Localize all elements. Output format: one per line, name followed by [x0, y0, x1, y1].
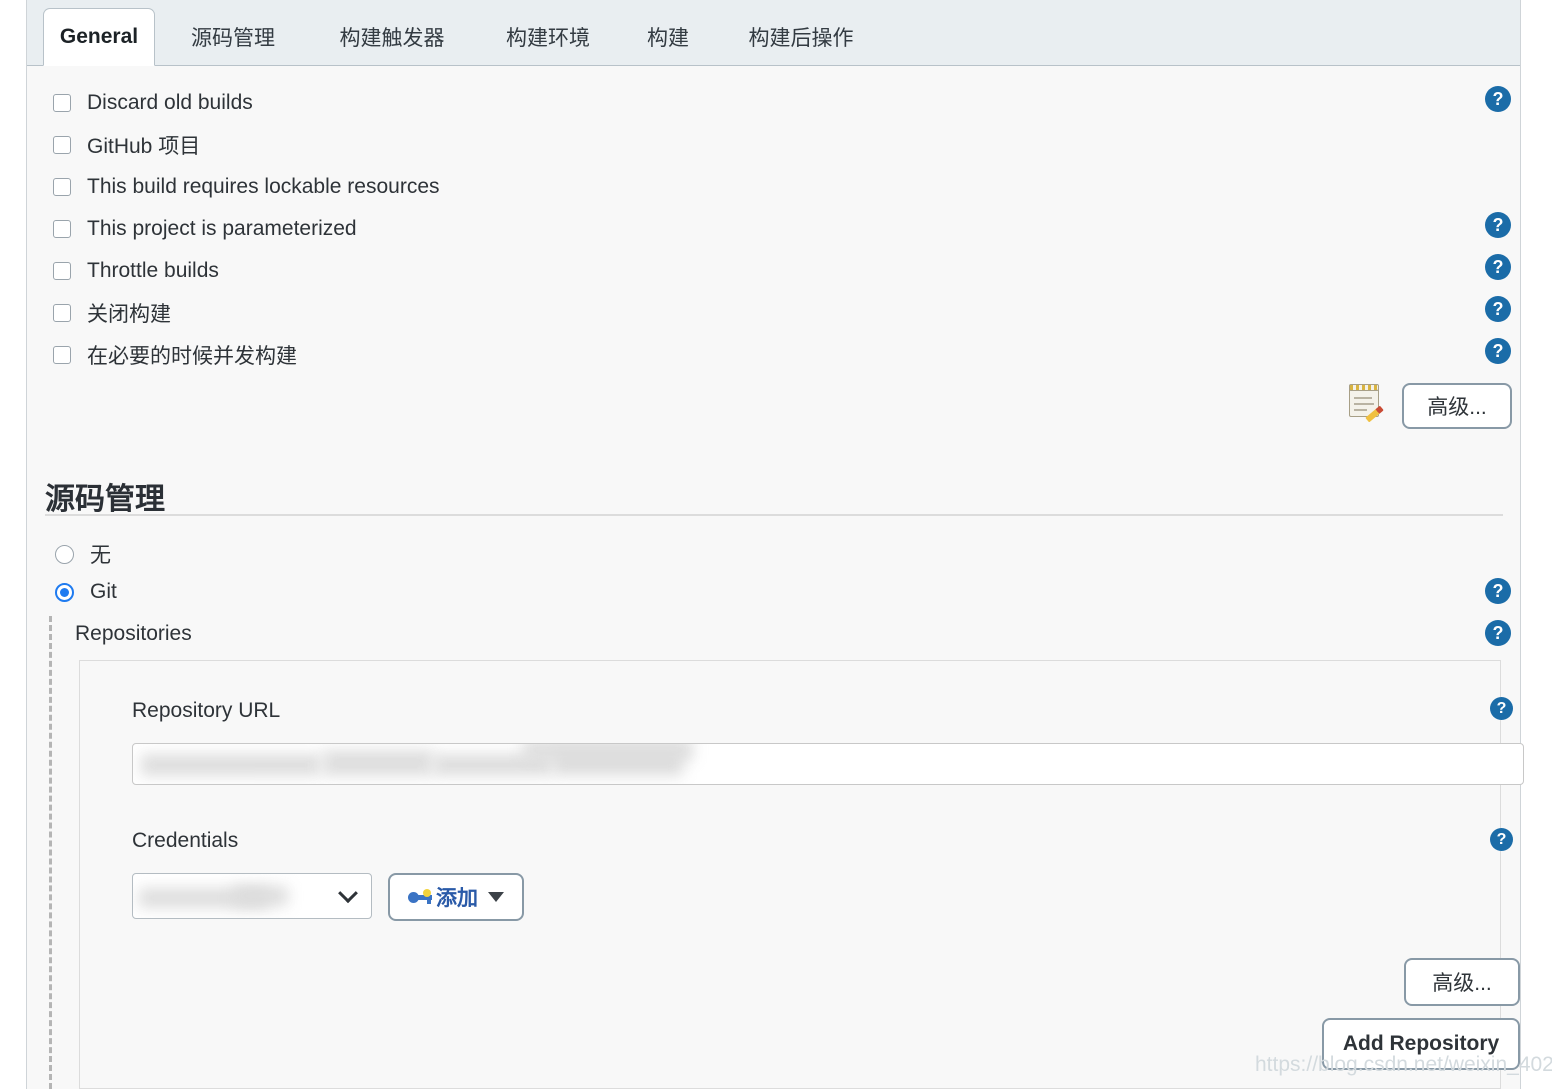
- redaction-bar: [523, 744, 693, 760]
- tab-build-label: 构建: [647, 27, 689, 50]
- help-icon-concurrent-build[interactable]: ?: [1485, 338, 1511, 364]
- config-panel: General 源码管理 构建触发器 构建环境 构建 构建后操作 Discard…: [26, 0, 1552, 1089]
- label-discard-old-builds: Discard old builds: [87, 91, 253, 114]
- add-credentials-button[interactable]: 添加: [388, 873, 524, 921]
- repository-advanced-label: 高级...: [1432, 972, 1492, 995]
- checkbox-github-project[interactable]: [53, 136, 71, 154]
- general-advanced-label: 高级...: [1427, 396, 1487, 419]
- option-row-throttle-builds: Throttle builds ?: [27, 250, 1520, 292]
- checkbox-throttle-builds[interactable]: [53, 262, 71, 280]
- tab-general[interactable]: General: [43, 8, 155, 66]
- label-parameterized: This project is parameterized: [87, 217, 357, 240]
- option-row-parameterized: This project is parameterized ?: [27, 208, 1520, 250]
- scm-section-heading: 源码管理: [45, 483, 165, 516]
- redaction-bar: [323, 750, 433, 776]
- credentials-select[interactable]: [132, 873, 372, 919]
- radio-scm-none[interactable]: [55, 544, 74, 564]
- help-icon-repository-url[interactable]: ?: [1490, 697, 1513, 720]
- help-icon-credentials[interactable]: ?: [1490, 828, 1513, 851]
- tab-post-build-actions[interactable]: 构建后操作: [725, 8, 877, 66]
- tab-build[interactable]: 构建: [627, 8, 709, 66]
- checkbox-concurrent-build[interactable]: [53, 346, 71, 364]
- redaction-bar: [233, 886, 288, 906]
- scm-section-divider: [45, 514, 1503, 516]
- label-scm-none: 无: [90, 544, 111, 567]
- repository-url-label: Repository URL: [132, 699, 281, 722]
- option-row-github-project: GitHub 项目: [27, 124, 1520, 166]
- checkbox-disable-build[interactable]: [53, 304, 71, 322]
- tab-post-build-actions-label: 构建后操作: [748, 27, 854, 50]
- radio-scm-git[interactable]: [55, 582, 74, 602]
- tab-build-environment[interactable]: 构建环境: [482, 8, 614, 66]
- option-row-lockable-resources: This build requires lockable resources: [27, 166, 1520, 208]
- help-icon-disable-build[interactable]: ?: [1485, 296, 1511, 322]
- label-lockable-resources: This build requires lockable resources: [87, 175, 440, 198]
- label-disable-build: 关闭构建: [87, 303, 171, 326]
- repository-url-input[interactable]: [132, 743, 1524, 785]
- checkbox-parameterized[interactable]: [53, 220, 71, 238]
- tab-build-triggers-label: 构建触发器: [339, 27, 445, 50]
- watermark-text: https://blog.csdn.net/weixin_40212225: [1255, 1053, 1552, 1076]
- help-icon-discard-old-builds[interactable]: ?: [1485, 86, 1511, 112]
- jenkins-job-config-page: General 源码管理 构建触发器 构建环境 构建 构建后操作 Discard…: [0, 0, 1552, 1089]
- label-concurrent-build: 在必要的时候并发构建: [87, 345, 297, 368]
- tab-build-environment-label: 构建环境: [506, 27, 590, 50]
- config-tab-bar: General 源码管理 构建触发器 构建环境 构建 构建后操作: [27, 0, 1520, 66]
- option-row-discard-old-builds: Discard old builds ?: [27, 82, 1520, 124]
- git-section-guide-line: [49, 616, 52, 1089]
- redaction-bar: [141, 754, 321, 776]
- key-icon: [408, 889, 434, 905]
- tab-build-triggers[interactable]: 构建触发器: [317, 8, 467, 66]
- add-credentials-label: 添加: [436, 887, 478, 910]
- scm-option-git[interactable]: Git: [55, 580, 117, 604]
- repository-advanced-button[interactable]: 高级...: [1404, 958, 1520, 1006]
- checkbox-lockable-resources[interactable]: [53, 178, 71, 196]
- chevron-down-icon: [338, 883, 358, 904]
- option-row-concurrent-build: 在必要的时候并发构建 ?: [27, 334, 1520, 376]
- notepad-pencil-icon: [1347, 382, 1385, 423]
- caret-down-icon: [488, 892, 504, 902]
- label-throttle-builds: Throttle builds: [87, 259, 219, 282]
- option-row-disable-build: 关闭构建 ?: [27, 292, 1520, 334]
- tab-scm[interactable]: 源码管理: [167, 8, 299, 66]
- label-github-project: GitHub 项目: [87, 135, 201, 158]
- credentials-label: Credentials: [132, 829, 239, 852]
- tab-scm-label: 源码管理: [191, 27, 275, 50]
- help-icon-scm-git[interactable]: ?: [1485, 578, 1511, 604]
- repository-entry-panel: Repository URL ? Credentials ? 添加 高级... …: [79, 660, 1524, 1089]
- scm-option-none[interactable]: 无: [55, 539, 111, 569]
- checkbox-discard-old-builds[interactable]: [53, 94, 71, 112]
- label-scm-git: Git: [90, 580, 117, 603]
- tab-general-label: General: [59, 25, 139, 48]
- repositories-label: Repositories: [75, 622, 192, 645]
- general-advanced-button[interactable]: 高级...: [1402, 383, 1512, 429]
- help-icon-parameterized[interactable]: ?: [1485, 212, 1511, 238]
- help-icon-repositories[interactable]: ?: [1485, 620, 1511, 646]
- help-icon-throttle-builds[interactable]: ?: [1485, 254, 1511, 280]
